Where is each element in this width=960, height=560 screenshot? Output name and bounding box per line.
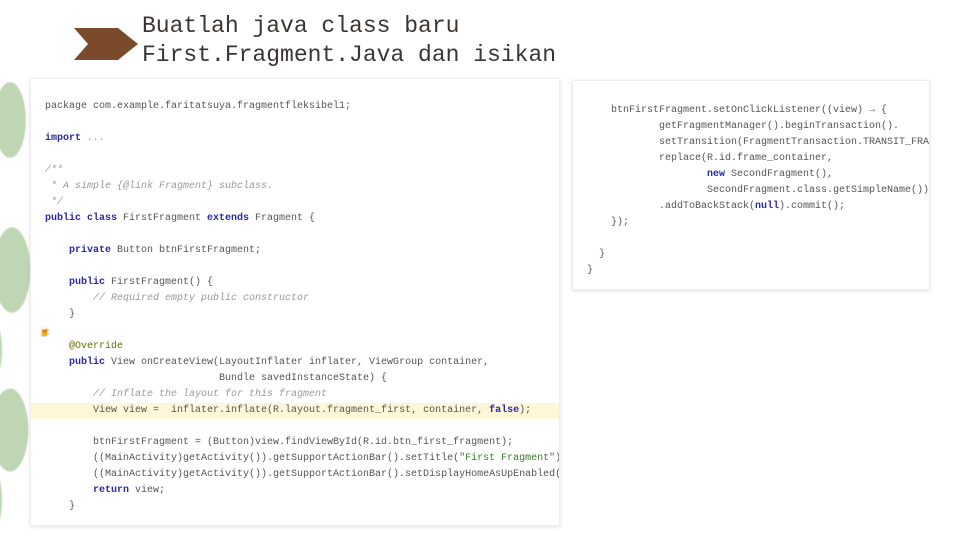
- code-text: View view = inflater.inflate(: [45, 405, 273, 416]
- slide-title: Buatlah java class baru First.Fragment.J…: [142, 12, 556, 70]
- code-line: @Override: [45, 341, 123, 352]
- highlighted-line: View view = inflater.inflate(R.layout.fr…: [31, 403, 559, 419]
- code-text: R.layout.fragment_first, container,: [273, 405, 489, 416]
- code-line: btnFirstFragment = (Button)view.findView…: [45, 437, 513, 448]
- code-line: /**: [45, 165, 63, 176]
- code-line: return: [45, 485, 135, 496]
- code-line: * A simple {@link Fragment} subclass.: [45, 181, 273, 192]
- code-text: ).commit();: [779, 201, 845, 212]
- title-line-2: First.Fragment.Java dan isikan: [142, 41, 556, 70]
- code-line: }: [45, 501, 75, 512]
- code-text: );: [555, 453, 560, 464]
- code-line: }: [587, 265, 593, 276]
- code-line: ((MainActivity)getActivity()).getSupport…: [45, 453, 459, 464]
- code-line: }: [587, 249, 605, 260]
- code-line: });: [587, 217, 629, 228]
- code-line: Bundle savedInstanceState) {: [45, 373, 387, 384]
- code-text: ...: [87, 133, 105, 144]
- code-text: FirstFragment() {: [111, 277, 213, 288]
- breakpoint-icon: 🍺: [38, 325, 52, 338]
- code-line: */: [45, 197, 63, 208]
- code-line: package com.example.faritatsuya.fragment…: [45, 101, 351, 112]
- code-line: new: [587, 169, 731, 180]
- code-text: FirstFragment: [123, 213, 207, 224]
- code-text: extends: [207, 213, 255, 224]
- code-line: setTransition(FragmentTransaction.TRANSI…: [587, 137, 930, 148]
- code-text: SecondFragment(),: [731, 169, 833, 180]
- code-line: // Required empty public constructor: [45, 293, 309, 304]
- code-text: null: [755, 201, 779, 212]
- code-line: public: [45, 277, 111, 288]
- code-text: View onCreateView(LayoutInflater inflate…: [111, 357, 489, 368]
- code-line: getFragmentManager().beginTransaction().: [587, 121, 899, 132]
- arrow-icon: [74, 28, 138, 60]
- code-text: false: [489, 405, 519, 416]
- code-line: }: [45, 309, 75, 320]
- code-line: ((MainActivity)getActivity()).getSupport…: [45, 469, 560, 480]
- code-text: view;: [135, 485, 165, 496]
- code-text: );: [519, 405, 531, 416]
- code-line: .addToBackStack(: [587, 201, 755, 212]
- code-text: Fragment {: [255, 213, 315, 224]
- code-panel-right: btnFirstFragment.setOnClickListener((vie…: [572, 80, 930, 290]
- code-line: private: [45, 245, 117, 256]
- code-line: btnFirstFragment.setOnClickListener((vie…: [587, 105, 887, 116]
- title-line-1: Buatlah java class baru: [142, 12, 556, 41]
- code-line: public class: [45, 213, 123, 224]
- code-line: // Inflate the layout for this fragment: [45, 389, 327, 400]
- code-line: import: [45, 133, 87, 144]
- code-panel-left: package com.example.faritatsuya.fragment…: [30, 78, 560, 526]
- code-line: SecondFragment.class.getSimpleName()): [587, 185, 929, 196]
- code-text: Button btnFirstFragment;: [117, 245, 261, 256]
- code-line: public: [45, 357, 111, 368]
- code-text: "First Fragment": [459, 453, 555, 464]
- code-line: replace(R.id.frame_container,: [587, 153, 833, 164]
